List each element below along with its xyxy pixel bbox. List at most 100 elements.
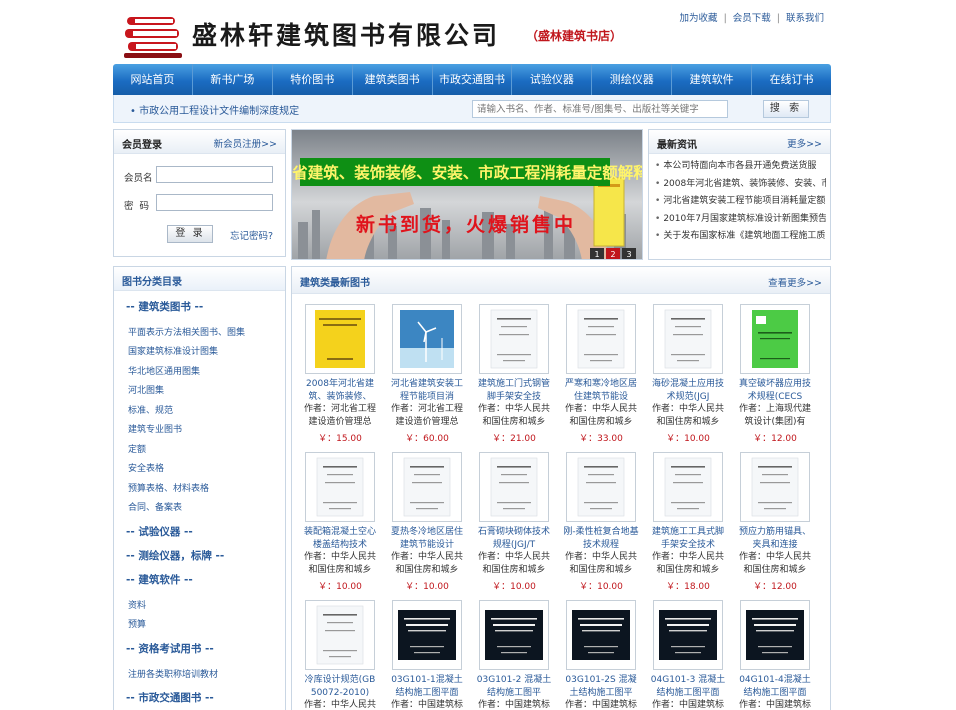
promo-banner[interactable]: 河北省建筑、装饰装修、安装、市政工程消耗量定额解释 新书到货，火爆销售中 1 2… xyxy=(291,129,643,260)
category-link[interactable]: 资料 xyxy=(128,598,146,611)
book-cover[interactable] xyxy=(479,304,549,374)
book-title[interactable]: 建筑施工工具式脚手架安全技术 xyxy=(648,526,728,551)
book-cover[interactable] xyxy=(740,600,810,670)
book-title[interactable]: 真空破坏器应用技术规程(CECS xyxy=(735,378,815,403)
book-title[interactable]: 04G101-4混凝土结构施工图平面 xyxy=(735,674,815,699)
book-title[interactable]: 装配箱混凝土空心楼盖结构技术 xyxy=(300,526,380,551)
category-link[interactable]: 安全表格 xyxy=(128,461,164,474)
book-card[interactable]: 严寒和寒冷地区居住建筑节能设 作者：中华人民共和国住房和城乡 ￥：33.00 xyxy=(561,304,641,444)
book-card[interactable]: 03G101-1混凝土结构施工图平面 作者：中国建筑标 xyxy=(387,600,467,710)
category-group-survey-instruments[interactable]: -- 测绘仪器，标牌 -- xyxy=(126,548,224,563)
book-card[interactable]: 04G101-3 混凝土结构施工图平面 作者：中国建筑标 xyxy=(648,600,728,710)
password-field[interactable] xyxy=(156,194,273,211)
book-title[interactable]: 刚-柔性桩复合地基技术规程 xyxy=(561,526,641,551)
category-link[interactable]: 预算 xyxy=(128,617,146,630)
nav-architecture-books[interactable]: 建筑类图书 xyxy=(353,64,433,95)
bookmark-link[interactable]: 加为收藏 xyxy=(680,13,718,24)
category-link[interactable]: 定额 xyxy=(128,442,146,455)
book-card[interactable]: 03G101-2S 混凝土结构施工图平 作者：中国建筑标 xyxy=(561,600,641,710)
book-title[interactable]: 04G101-3 混凝土结构施工图平面 xyxy=(648,674,728,699)
book-cover[interactable] xyxy=(392,452,462,522)
book-card[interactable]: 建筑施工门式钢管脚手架安全技 作者：中华人民共和国住房和城乡 ￥：21.00 xyxy=(474,304,554,444)
book-cover[interactable] xyxy=(479,452,549,522)
book-title[interactable]: 夏热冬冷地区居住建筑节能设计 xyxy=(387,526,467,551)
book-title[interactable]: 严寒和寒冷地区居住建筑节能设 xyxy=(561,378,641,403)
nav-special-price[interactable]: 特价图书 xyxy=(273,64,353,95)
book-cover[interactable] xyxy=(653,304,723,374)
book-card[interactable]: 冷库设计规范(GB 50072-2010) 作者：中华人民共 xyxy=(300,600,380,710)
book-cover[interactable] xyxy=(305,452,375,522)
nav-home[interactable]: 网站首页 xyxy=(113,64,193,95)
book-title[interactable]: 预应力筋用锚具、夹具和连接 xyxy=(735,526,815,551)
book-title[interactable]: 河北省建筑安装工程节能项目消 xyxy=(387,378,467,403)
book-cover[interactable] xyxy=(479,600,549,670)
notice-link[interactable]: • 市政公用工程设计文件编制深度规定 xyxy=(130,102,299,117)
category-link[interactable]: 预算表格、材料表格 xyxy=(128,481,209,494)
book-cover[interactable] xyxy=(566,452,636,522)
search-input[interactable] xyxy=(472,100,728,118)
book-cover[interactable] xyxy=(740,304,810,374)
book-card[interactable]: 真空破坏器应用技术规程(CECS 作者：上海现代建筑设计(集团)有 ￥：12.00 xyxy=(735,304,815,444)
nav-survey-instruments[interactable]: 测绘仪器 xyxy=(592,64,673,95)
book-cover[interactable] xyxy=(566,304,636,374)
nav-online-order[interactable]: 在线订书 xyxy=(752,64,831,95)
nav-new-books[interactable]: 新书广场 xyxy=(193,64,273,95)
book-card[interactable]: 04G101-4混凝土结构施工图平面 作者：中国建筑标 xyxy=(735,600,815,710)
book-title[interactable]: 海砂混凝土应用技术规范(JGJ xyxy=(648,378,728,403)
username-field[interactable] xyxy=(156,166,273,183)
book-card[interactable]: 刚-柔性桩复合地基技术规程 作者：中华人民共和国住房和城乡 ￥：10.00 xyxy=(561,452,641,592)
news-item[interactable]: 2010年7月国家建筑标准设计新图集预告 xyxy=(655,211,826,229)
book-card[interactable]: 夏热冬冷地区居住建筑节能设计 作者：中华人民共和国住房和城乡 ￥：10.00 xyxy=(387,452,467,592)
contact-link[interactable]: 联系我们 xyxy=(786,13,824,24)
login-button[interactable]: 登 录 xyxy=(167,225,213,243)
category-link[interactable]: 建筑专业图书 xyxy=(128,422,182,435)
category-group-architecture[interactable]: -- 建筑类图书 -- xyxy=(126,299,203,314)
news-item[interactable]: 本公司特面向本市各县开通免费送货服 xyxy=(655,158,826,176)
book-title[interactable]: 建筑施工门式钢管脚手架安全技 xyxy=(474,378,554,403)
new-books-more-link[interactable]: 查看更多>> xyxy=(768,275,822,289)
category-link[interactable]: 合同、备案表 xyxy=(128,500,182,513)
category-group-test-instruments[interactable]: -- 试验仪器 -- xyxy=(126,524,193,539)
book-cover[interactable] xyxy=(392,304,462,374)
book-card[interactable]: 03G101-2 混凝土结构施工图平 作者：中国建筑标 xyxy=(474,600,554,710)
book-cover[interactable] xyxy=(653,600,723,670)
book-cover[interactable] xyxy=(305,304,375,374)
book-cover[interactable] xyxy=(740,452,810,522)
book-cover[interactable] xyxy=(305,600,375,670)
category-link[interactable]: 华北地区通用图集 xyxy=(128,364,200,377)
book-title[interactable]: 石膏砌块砌体技术规程(JGJ/T xyxy=(474,526,554,551)
book-title[interactable]: 冷库设计规范(GB 50072-2010) xyxy=(300,674,380,699)
nav-test-instruments[interactable]: 试验仪器 xyxy=(512,64,593,95)
book-card[interactable]: 2008年河北省建筑、装饰装修、 作者：河北省工程建设造价管理总 ￥：15.00 xyxy=(300,304,380,444)
news-item[interactable]: 2008年河北省建筑、装饰装修、安装、市 xyxy=(655,176,826,194)
search-button[interactable]: 搜 索 xyxy=(763,100,809,118)
news-item[interactable]: 关于发布国家标准《建筑地面工程施工质 xyxy=(655,228,826,246)
news-item[interactable]: 河北省建筑安装工程节能项目消耗量定额 xyxy=(655,193,826,211)
book-title[interactable]: 03G101-2 混凝土结构施工图平 xyxy=(474,674,554,699)
category-group-software[interactable]: -- 建筑软件 -- xyxy=(126,572,193,587)
book-card[interactable]: 建筑施工工具式脚手架安全技术 作者：中华人民共和国住房和城乡 ￥：18.00 xyxy=(648,452,728,592)
book-title[interactable]: 2008年河北省建筑、装饰装修、 xyxy=(300,378,380,403)
category-group-municipal[interactable]: -- 市政交通图书 -- xyxy=(126,690,214,705)
category-link[interactable]: 标准、规范 xyxy=(128,403,173,416)
category-group-exam-books[interactable]: -- 资格考试用书 -- xyxy=(126,641,214,656)
book-card[interactable]: 海砂混凝土应用技术规范(JGJ 作者：中华人民共和国住房和城乡 ￥：10.00 xyxy=(648,304,728,444)
book-card[interactable]: 石膏砌块砌体技术规程(JGJ/T 作者：中华人民共和国住房和城乡 ￥：10.00 xyxy=(474,452,554,592)
category-link[interactable]: 平面表示方法相关图书、图集 xyxy=(128,325,245,338)
nav-municipal-books[interactable]: 市政交通图书 xyxy=(433,64,513,95)
book-card[interactable]: 预应力筋用锚具、夹具和连接 作者：中华人民共和国住房和城乡 ￥：12.00 xyxy=(735,452,815,592)
book-title[interactable]: 03G101-1混凝土结构施工图平面 xyxy=(387,674,467,699)
member-download-link[interactable]: 会员下载 xyxy=(733,13,771,24)
register-link[interactable]: 新会员注册>> xyxy=(214,136,277,150)
category-link[interactable]: 河北图集 xyxy=(128,383,164,396)
book-cover[interactable] xyxy=(653,452,723,522)
category-link[interactable]: 注册各类职称培训教材 xyxy=(128,667,218,680)
book-cover[interactable] xyxy=(392,600,462,670)
book-cover[interactable] xyxy=(566,600,636,670)
news-more-link[interactable]: 更多>> xyxy=(787,136,822,150)
nav-software[interactable]: 建筑软件 xyxy=(672,64,753,95)
book-card[interactable]: 河北省建筑安装工程节能项目消 作者：河北省工程建设造价管理总 ￥：60.00 xyxy=(387,304,467,444)
category-link[interactable]: 国家建筑标准设计图集 xyxy=(128,344,218,357)
forgot-password-link[interactable]: 忘记密码? xyxy=(230,228,273,242)
book-card[interactable]: 装配箱混凝土空心楼盖结构技术 作者：中华人民共和国住房和城乡 ￥：10.00 xyxy=(300,452,380,592)
